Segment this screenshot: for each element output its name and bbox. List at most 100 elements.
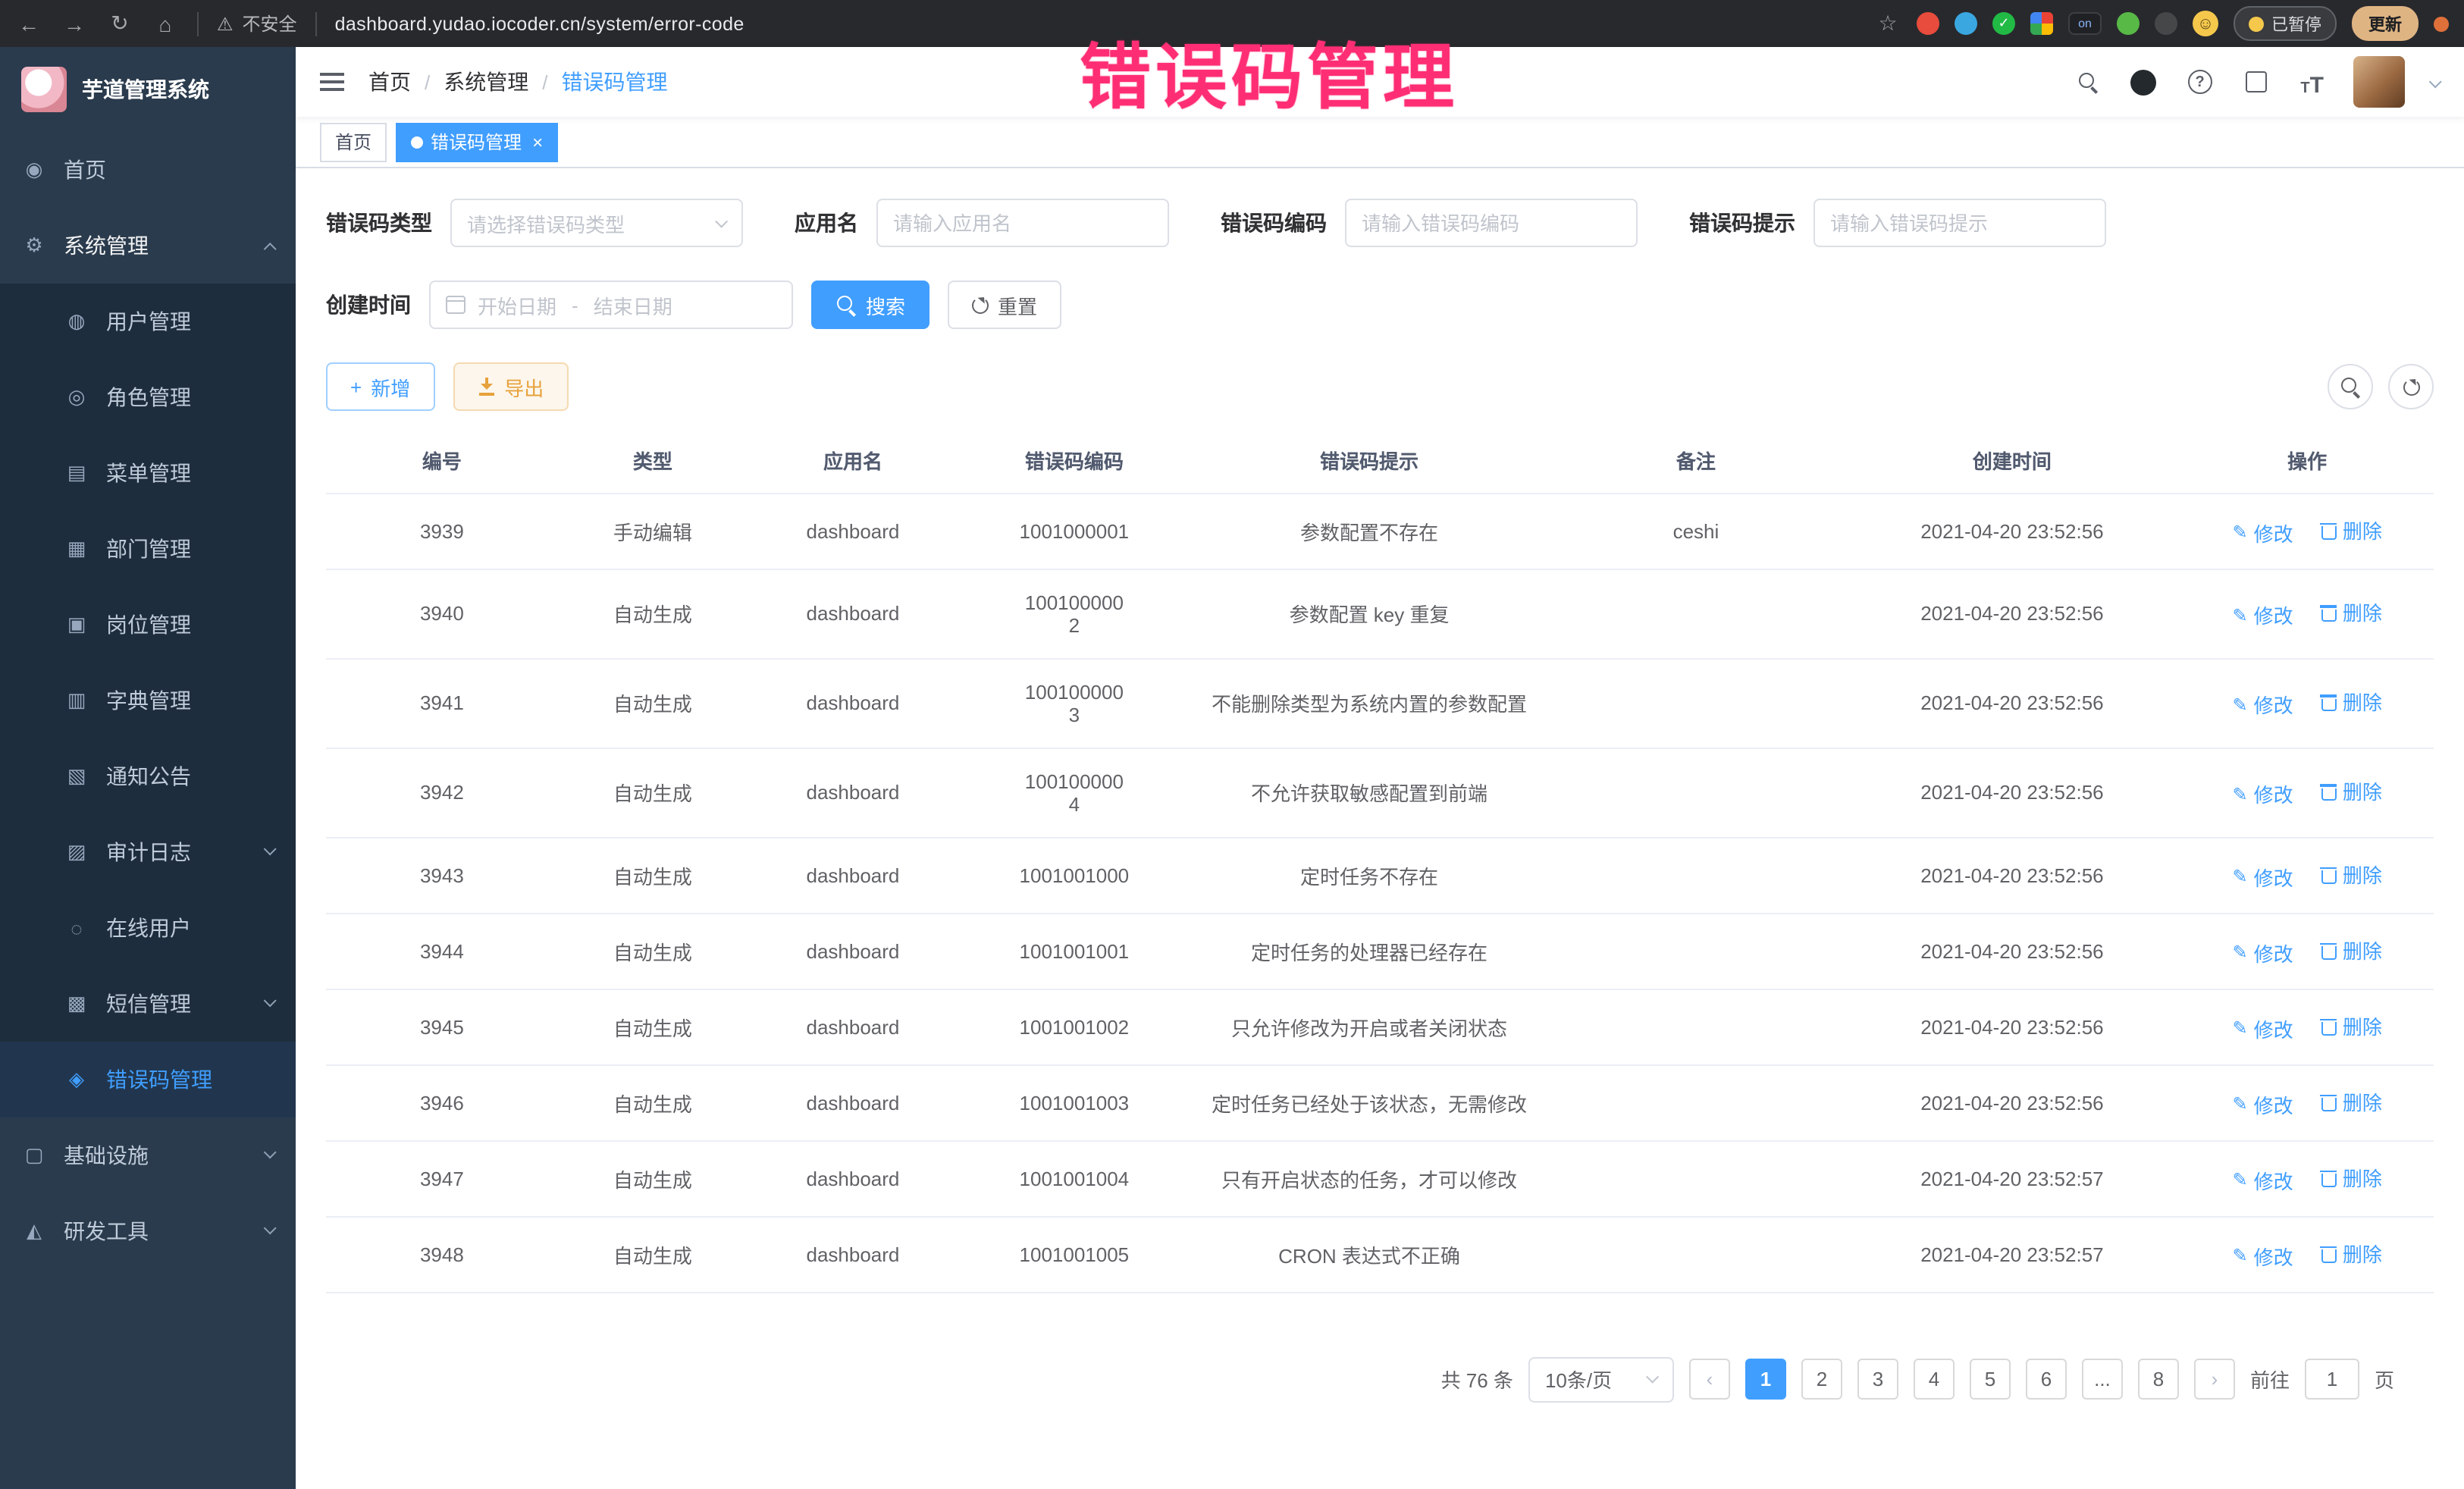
delete-link[interactable]: 删除 — [2320, 687, 2382, 716]
app-title: 芋道管理系统 — [82, 74, 209, 105]
forward-icon[interactable]: → — [61, 11, 88, 36]
extension-puzzle-icon[interactable] — [2155, 12, 2177, 35]
extension-icon[interactable] — [1955, 12, 1977, 35]
bookmark-star-icon[interactable]: ☆ — [1874, 11, 1901, 36]
edit-link[interactable]: ✎ 修改 — [2232, 938, 2293, 967]
delete-link[interactable]: 删除 — [2320, 935, 2382, 964]
extension-on-badge[interactable]: on — [2068, 12, 2102, 35]
add-button[interactable]: + 新增 — [326, 362, 434, 411]
error-code-icon: ◈ — [64, 1067, 89, 1092]
toggle-search-button[interactable] — [2328, 364, 2373, 409]
page-button-5[interactable]: 5 — [1970, 1359, 2011, 1400]
cell-type: 自动生成 — [558, 569, 748, 658]
sidebar-item-roles[interactable]: ◎ 角色管理 — [0, 359, 296, 435]
sidebar-item-departments[interactable]: ▦ 部门管理 — [0, 511, 296, 587]
sidebar-item-sms[interactable]: ▩ 短信管理 — [0, 966, 296, 1042]
page-button-4[interactable]: 4 — [1914, 1359, 1955, 1400]
tab-error-code[interactable]: 错误码管理 × — [396, 122, 558, 161]
home-icon[interactable]: ⌂ — [152, 11, 179, 36]
sidebar-item-system[interactable]: ⚙ 系统管理 — [0, 208, 296, 284]
page-button-2[interactable]: 2 — [1801, 1359, 1842, 1400]
delete-link[interactable]: 删除 — [2320, 1162, 2382, 1191]
edit-icon: ✎ — [2232, 522, 2247, 543]
page-button-8[interactable]: 8 — [2138, 1359, 2179, 1400]
error-type-select[interactable]: 请选择错误码类型 — [450, 199, 743, 247]
cell-operations: ✎ 修改 删除 — [2180, 569, 2434, 658]
refresh-table-button[interactable] — [2388, 364, 2434, 409]
edit-link[interactable]: ✎ 修改 — [2232, 600, 2293, 629]
edit-link[interactable]: ✎ 修改 — [2232, 862, 2293, 891]
edit-link[interactable]: ✎ 修改 — [2232, 1089, 2293, 1118]
hamburger-icon[interactable] — [320, 73, 344, 91]
sidebar-item-error-code[interactable]: ◈ 错误码管理 — [0, 1042, 296, 1118]
fullscreen-icon[interactable] — [2241, 67, 2271, 97]
sidebar-item-audit-log[interactable]: ▨ 审计日志 — [0, 814, 296, 890]
app-name-input[interactable] — [876, 199, 1169, 247]
sidebar-item-home[interactable]: ◉ 首页 — [0, 132, 296, 208]
reload-icon[interactable]: ↻ — [106, 11, 133, 36]
security-indicator[interactable]: ⚠ 不安全 — [217, 11, 297, 36]
sidebar-item-devtools[interactable]: ◭ 研发工具 — [0, 1193, 296, 1269]
date-range-picker[interactable]: 开始日期 - 结束日期 — [429, 281, 793, 329]
delete-link[interactable]: 删除 — [2320, 597, 2382, 626]
github-icon[interactable] — [2129, 67, 2159, 97]
help-icon[interactable]: ? — [2185, 67, 2215, 97]
extension-icon[interactable] — [2117, 12, 2140, 35]
user-avatar[interactable] — [2353, 56, 2405, 108]
page-button-6[interactable]: 6 — [2026, 1359, 2067, 1400]
breadcrumb-home[interactable]: 首页 — [368, 67, 411, 97]
sidebar-item-label: 首页 — [64, 155, 106, 185]
font-size-icon[interactable]: TT — [2297, 67, 2328, 97]
browser-profile-avatar[interactable]: ☺ — [2193, 11, 2218, 36]
error-hint-input[interactable] — [1814, 199, 2106, 247]
table-row: 3944 自动生成 dashboard 1001001001 定时任务的处理器已… — [326, 913, 2434, 989]
sidebar-item-notices[interactable]: ▧ 通知公告 — [0, 738, 296, 814]
extension-icon[interactable] — [1917, 12, 1939, 35]
extension-grid-icon[interactable] — [2030, 12, 2053, 35]
edit-link[interactable]: ✎ 修改 — [2232, 1014, 2293, 1042]
delete-link[interactable]: 删除 — [2320, 1086, 2382, 1115]
page-button-3[interactable]: 3 — [1857, 1359, 1898, 1400]
edit-link[interactable]: ✎ 修改 — [2232, 1165, 2293, 1194]
sidebar-item-users[interactable]: ◍ 用户管理 — [0, 284, 296, 359]
edit-link[interactable]: ✎ 修改 — [2232, 518, 2293, 547]
chevron-down-icon[interactable] — [2428, 75, 2442, 89]
sidebar-item-menus[interactable]: ▤ 菜单管理 — [0, 435, 296, 511]
search-button[interactable]: 搜索 — [811, 281, 929, 329]
link-label: 修改 — [2254, 518, 2293, 547]
cell-hint: CRON 表达式不正确 — [1190, 1216, 1549, 1292]
search-icon[interactable] — [2073, 67, 2103, 97]
delete-link[interactable]: 删除 — [2320, 1011, 2382, 1039]
more-pages-button[interactable]: ... — [2082, 1359, 2123, 1400]
paused-badge[interactable]: 已暂停 — [2234, 6, 2337, 41]
extension-check-icon[interactable]: ✓ — [1992, 12, 2015, 35]
reset-button[interactable]: 重置 — [948, 281, 1061, 329]
delete-link[interactable]: 删除 — [2320, 1238, 2382, 1267]
close-icon[interactable]: × — [532, 133, 543, 151]
edit-link[interactable]: ✎ 修改 — [2232, 1241, 2293, 1270]
page-size-select[interactable]: 10条/页 — [1528, 1356, 1674, 1402]
sidebar-item-online-users[interactable]: ◌ 在线用户 — [0, 890, 296, 966]
breadcrumb-system[interactable]: 系统管理 — [444, 67, 528, 97]
navbar-actions: ? TT — [2073, 56, 2440, 108]
edit-link[interactable]: ✎ 修改 — [2232, 779, 2293, 808]
page-button-1[interactable]: 1 — [1745, 1359, 1786, 1400]
chrome-update-button[interactable]: 更新 — [2352, 6, 2419, 41]
range-separator: - — [572, 293, 578, 316]
delete-link[interactable]: 删除 — [2320, 776, 2382, 805]
app-logo[interactable]: 芋道管理系统 — [0, 47, 296, 132]
sidebar-item-dictionary[interactable]: ▥ 字典管理 — [0, 663, 296, 738]
delete-link[interactable]: 删除 — [2320, 859, 2382, 888]
edit-link[interactable]: ✎ 修改 — [2232, 690, 2293, 719]
error-code-input[interactable] — [1345, 199, 1638, 247]
back-icon[interactable]: ← — [15, 11, 42, 36]
address-bar[interactable]: dashboard.yudao.iocoder.cn/system/error-… — [335, 13, 1856, 34]
delete-link[interactable]: 删除 — [2320, 515, 2382, 544]
export-button[interactable]: 导出 — [453, 362, 568, 411]
goto-page-input[interactable] — [2305, 1359, 2359, 1400]
next-page-button[interactable]: › — [2194, 1359, 2235, 1400]
tab-home[interactable]: 首页 — [320, 122, 387, 161]
sidebar-item-infrastructure[interactable]: ▢ 基础设施 — [0, 1118, 296, 1193]
sidebar-item-posts[interactable]: ▣ 岗位管理 — [0, 587, 296, 663]
prev-page-button[interactable]: ‹ — [1689, 1359, 1730, 1400]
